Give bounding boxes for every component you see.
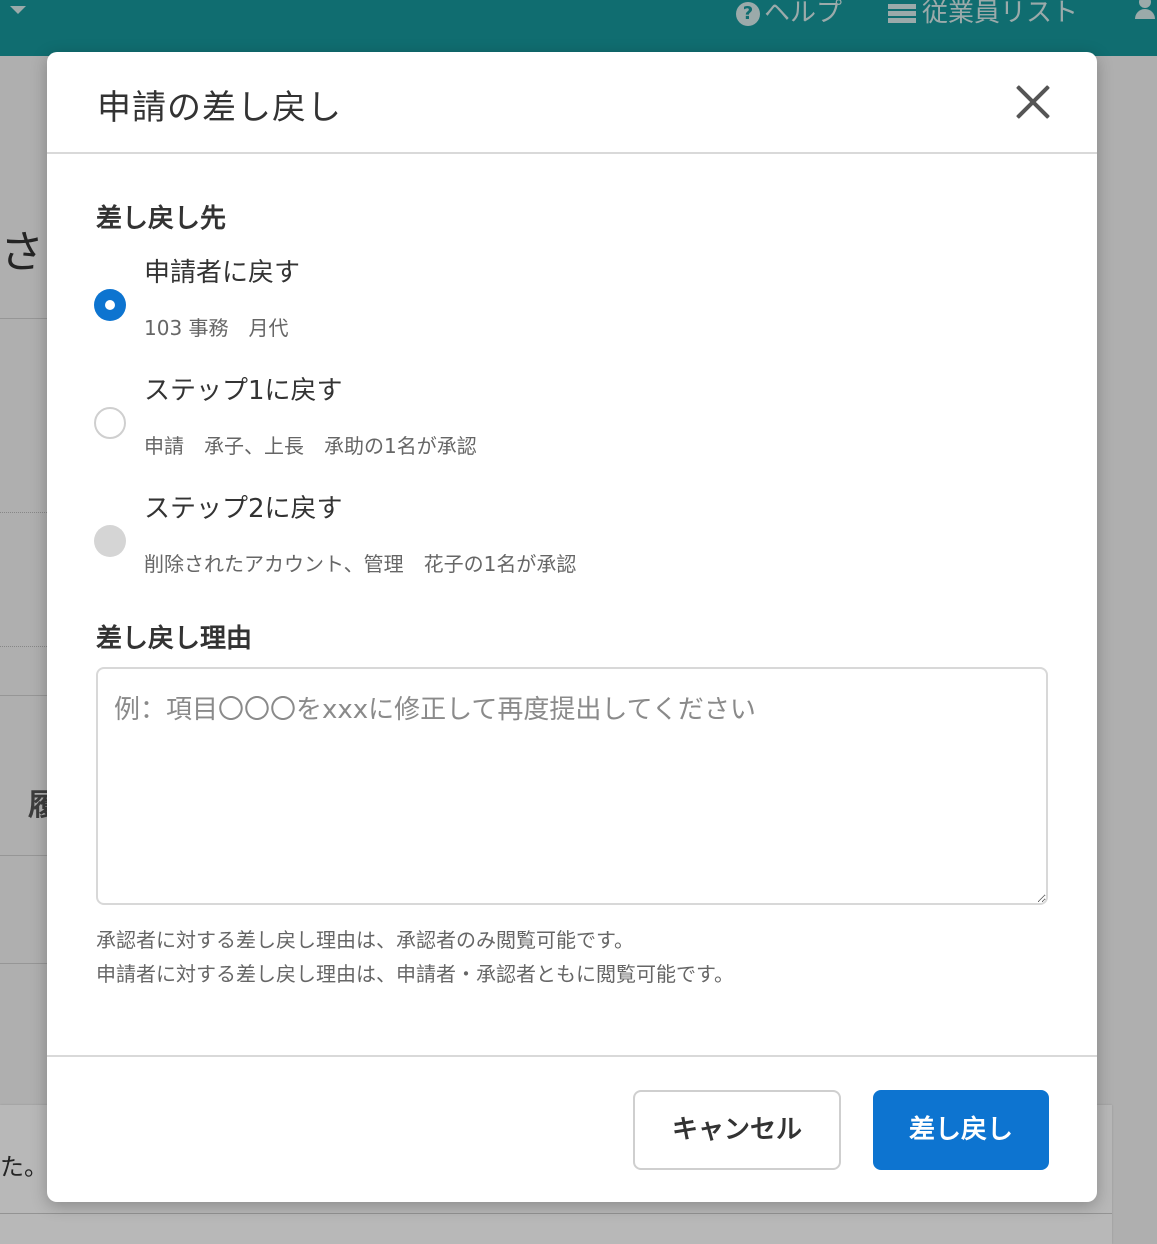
reason-textarea[interactable] [96, 667, 1048, 905]
radio-option-description: 削除されたアカウント、管理 花子の1名が承認 [144, 552, 577, 576]
radio-option-applicant[interactable]: 申請者に戻す 103 事務 月代 [94, 252, 994, 362]
radio-button-checked[interactable] [94, 289, 126, 321]
reason-label: 差し戻し理由 [96, 624, 253, 654]
radio-option-description: 103 事務 月代 [144, 316, 289, 340]
dialog-title: 申請の差し戻し [97, 88, 342, 128]
radio-option-step1[interactable]: ステップ1に戻す 申請 承子、上長 承助の1名が承認 [94, 370, 994, 480]
radio-button[interactable] [94, 407, 126, 439]
radio-option-description: 申請 承子、上長 承助の1名が承認 [144, 434, 477, 458]
dialog-header: 申請の差し戻し [47, 52, 1097, 154]
send-back-dialog: 申請の差し戻し 差し戻し先 申請者に戻す 103 事務 月代 ステップ1に戻す … [47, 52, 1097, 1202]
reason-note: 承認者に対する差し戻し理由は、承認者のみ閲覧可能です。 [96, 928, 634, 952]
destination-label: 差し戻し先 [96, 204, 227, 234]
send-back-button[interactable]: 差し戻し [873, 1090, 1049, 1170]
cancel-button[interactable]: キャンセル [633, 1090, 841, 1170]
reason-note: 申請者に対する差し戻し理由は、申請者・承認者ともに閲覧可能です。 [96, 962, 734, 986]
dialog-footer-divider [47, 1055, 1097, 1057]
radio-option-label: ステップ2に戻す [144, 494, 343, 524]
radio-option-label: 申請者に戻す [144, 258, 301, 288]
radio-button-disabled [94, 525, 126, 557]
radio-option-step2: ステップ2に戻す 削除されたアカウント、管理 花子の1名が承認 [94, 488, 994, 598]
close-button[interactable] [1007, 76, 1059, 128]
radio-option-label: ステップ1に戻す [144, 376, 343, 406]
